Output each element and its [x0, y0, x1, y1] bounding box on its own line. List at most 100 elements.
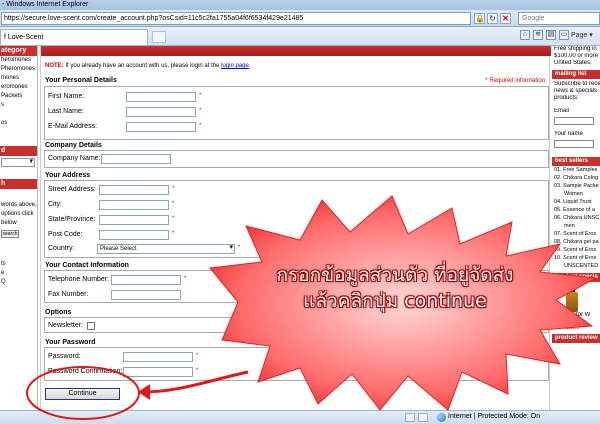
best-seller-item[interactable]: 06. Chikara UNSC [554, 214, 600, 222]
fax-input[interactable] [111, 290, 181, 300]
print-button[interactable]: ▤ [546, 30, 556, 42]
category-link[interactable]: Pheromones [0, 65, 37, 74]
required-star: * [199, 108, 202, 114]
best-seller-item[interactable]: 05. Essence of a [554, 206, 600, 214]
status-segment [418, 413, 428, 422]
required-star: * [172, 186, 175, 192]
required-star: * [196, 368, 199, 374]
country-select[interactable]: Please Select [97, 244, 235, 254]
password-title: Your Password [45, 339, 96, 346]
address-title: Your Address [45, 172, 91, 179]
category-link[interactable]: mones [0, 74, 37, 83]
best-seller-item[interactable]: 10. Scent of Eros [554, 254, 600, 262]
best-seller-item[interactable]: 08. Chikara gel pa [554, 238, 600, 246]
country-label: Country: [48, 245, 75, 252]
manufacturers-heading: d [0, 146, 37, 156]
newsletter-checkbox[interactable] [87, 322, 95, 330]
mailing-text: news & specials [554, 88, 598, 94]
login-note: NOTE: If you already have an account wit… [45, 63, 250, 69]
category-link[interactable] [0, 110, 37, 119]
manufacturer-select[interactable] [1, 157, 35, 167]
product-image[interactable] [566, 286, 578, 312]
state-input[interactable] [99, 215, 169, 225]
post-code-input[interactable] [99, 230, 169, 240]
required-star: * [199, 123, 202, 129]
mailing-email-input[interactable] [554, 117, 594, 125]
email-input[interactable] [126, 122, 196, 132]
feeds-button[interactable]: ≋ [533, 30, 543, 42]
search-input[interactable]: Google [518, 12, 600, 25]
street-label: Street Address: [48, 186, 96, 193]
mailing-text: Subscribe to rece [554, 81, 600, 87]
info-link[interactable]: ts [0, 260, 37, 269]
category-link[interactable]: eromones [0, 83, 37, 92]
info-link[interactable]: e [0, 269, 37, 278]
page-icon: ▭ [559, 30, 569, 41]
state-label: State/Province: [48, 216, 96, 223]
best-seller-item[interactable]: Women [554, 190, 600, 198]
tab-row: f Love-Scent ⌂ ≋ ▤ ▭ Page ▾ [0, 27, 600, 46]
refresh-icon[interactable]: ↻ [487, 13, 498, 24]
required-info-note: * Required information [485, 78, 545, 84]
required-star: * [238, 245, 241, 251]
category-link[interactable]: Packets [0, 92, 37, 101]
left-sidebar: ategory heromones Pheromones mones eromo… [0, 46, 38, 410]
bottle-body [566, 292, 578, 312]
internet-zone-icon [437, 413, 446, 422]
quick-find-text: options click [1, 211, 34, 217]
note-text: If you already have an account with us, … [63, 63, 222, 69]
page-menu-label: Page [570, 32, 588, 39]
print-icon: ▤ [546, 30, 556, 41]
product-reviews-heading: product review [552, 334, 600, 343]
best-seller-item[interactable]: 01. Free Samples [554, 166, 600, 174]
window-title: - Windows Internet Explorer [0, 0, 600, 10]
personal-details-box [44, 86, 549, 140]
city-input[interactable] [99, 200, 169, 210]
best-seller-item[interactable]: 03. Sample Packe [554, 182, 600, 190]
last-name-input[interactable] [126, 107, 196, 117]
login-page-link[interactable]: login page [221, 63, 249, 69]
shipping-text: Free shipping in [554, 46, 597, 52]
best-seller-item[interactable]: men [554, 222, 600, 230]
page-menu[interactable]: ▭ Page ▾ [559, 30, 593, 42]
new-tab-button[interactable] [152, 31, 166, 43]
telephone-input[interactable] [111, 275, 181, 285]
best-sellers-list: 01. Free Samples 02. Chikara Colog 03. S… [552, 166, 600, 270]
address-bar-row: https://secure.love-scent.com/create_acc… [0, 10, 600, 27]
product-name-link[interactable]: Cleo for W [552, 312, 600, 319]
note-label: NOTE: [45, 63, 64, 69]
best-seller-item[interactable]: 04. Liquid Trust [554, 198, 600, 206]
category-link[interactable]: os [0, 119, 37, 128]
info-link[interactable]: Q [0, 278, 37, 287]
search-button[interactable]: search [1, 230, 19, 238]
mailing-list-heading: mailing list [552, 70, 600, 79]
category-link[interactable]: heromones [0, 56, 37, 65]
continue-button[interactable]: Continue [45, 388, 120, 400]
best-seller-item[interactable]: 09. Scent of Eros [554, 246, 600, 254]
address-bar[interactable]: https://secure.love-scent.com/create_acc… [1, 12, 471, 25]
email-label: Email [554, 108, 570, 114]
lock-icon[interactable]: 🔒 [474, 13, 485, 24]
create-account-form: NOTE: If you already have an account wit… [40, 46, 551, 410]
browser-tab[interactable]: f Love-Scent [0, 29, 148, 45]
telephone-label: Telephone Number: [48, 276, 110, 283]
category-link[interactable]: s [0, 101, 37, 110]
right-sidebar: Free shipping in $100.00 or more United … [552, 46, 600, 410]
stop-icon[interactable]: ✕ [500, 13, 511, 24]
password-input[interactable] [123, 352, 193, 362]
status-segment [405, 413, 415, 422]
first-name-input[interactable] [126, 92, 196, 102]
categories-heading: ategory [0, 46, 37, 56]
password-confirmation-input[interactable] [123, 367, 193, 377]
mailing-text: products: [554, 95, 579, 101]
note-end: . [248, 63, 251, 69]
best-seller-item[interactable]: UNSCENTED [554, 262, 600, 270]
home-button[interactable]: ⌂ [520, 30, 530, 42]
street-input[interactable] [99, 185, 169, 195]
email-label: E-Mail Address: [48, 123, 98, 130]
status-bar: Internet | Protected Mode: On [0, 410, 600, 424]
best-seller-item[interactable]: 07. Scent of Eros [554, 230, 600, 238]
mailing-name-input[interactable] [554, 140, 594, 148]
best-seller-item[interactable]: 02. Chikara Colog [554, 174, 600, 182]
company-name-input[interactable] [101, 154, 171, 164]
